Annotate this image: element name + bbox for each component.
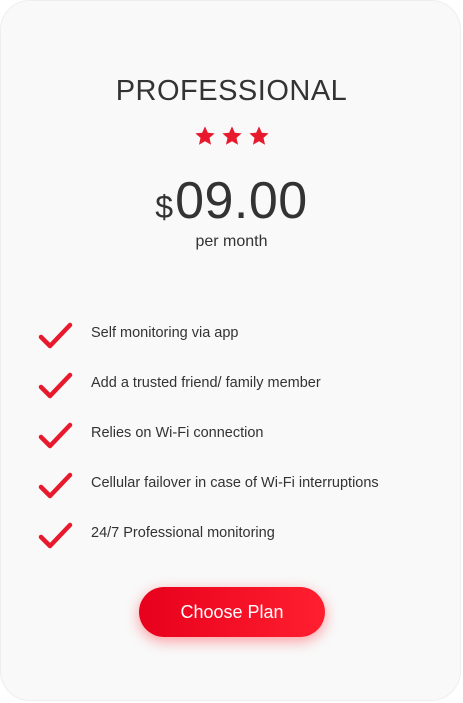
checkmark-icon xyxy=(38,372,73,399)
feature-label: Add a trusted friend/ family member xyxy=(91,375,321,391)
pricing-card: PROFESSIONAL $09.00 per month Self monit… xyxy=(0,0,461,701)
price-period: per month xyxy=(195,233,268,250)
feature-label: 24/7 Professional monitoring xyxy=(91,525,275,541)
feature-label: Cellular failover in case of Wi-Fi inter… xyxy=(91,475,379,491)
star-icon xyxy=(248,126,269,145)
checkmark-icon xyxy=(38,322,73,349)
star-icon xyxy=(221,126,242,145)
choose-plan-button[interactable]: Choose Plan xyxy=(139,587,325,637)
feature-label: Self monitoring via app xyxy=(91,325,239,341)
checkmark-icon xyxy=(38,472,73,499)
price-amount: 09.00 xyxy=(175,172,308,230)
rating-stars xyxy=(1,125,462,147)
price-currency: $ xyxy=(155,189,174,225)
checkmark-icon xyxy=(38,522,73,549)
checkmark-icon xyxy=(38,422,73,449)
feature-label: Relies on Wi-Fi connection xyxy=(91,425,264,441)
price: $09.00 xyxy=(1,171,462,231)
star-icon xyxy=(194,126,215,145)
plan-title: PROFESSIONAL xyxy=(115,75,348,107)
